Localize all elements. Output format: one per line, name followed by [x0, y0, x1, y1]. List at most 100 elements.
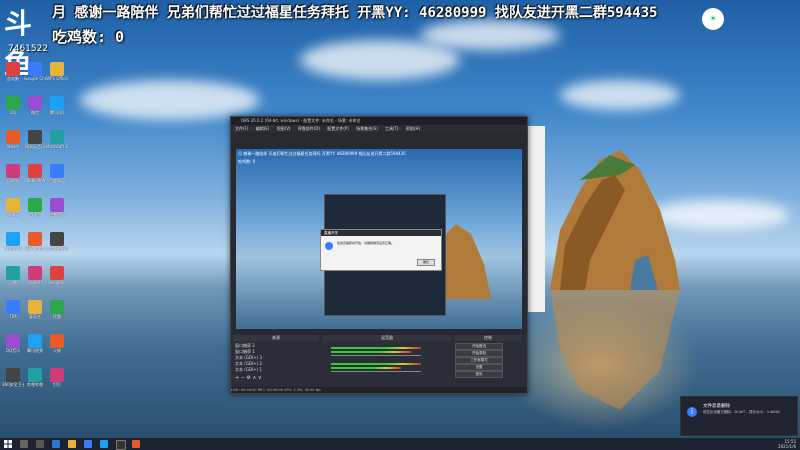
menu-view[interactable]: 视图(V) — [277, 126, 291, 131]
menu-help[interactable]: 帮助(H) — [406, 126, 420, 131]
system-clock[interactable]: 15:55 2021/1/6 — [778, 439, 796, 449]
desktop-icon[interactable]: 斗鱼直播伴侣 — [46, 232, 68, 251]
obs-taskbar-icon[interactable] — [116, 440, 126, 450]
desktop-icon[interactable]: TIM — [2, 300, 24, 319]
task-view-icon[interactable] — [36, 440, 44, 448]
desktop-icon[interactable]: 钉钉 — [46, 368, 68, 387]
desktop-icon-label: UU加速器 — [4, 246, 22, 251]
app-icon — [6, 130, 20, 144]
qq-icon[interactable] — [100, 440, 108, 448]
desktop-icon[interactable]: 百度网盘 — [46, 164, 68, 183]
audio-meter — [331, 347, 421, 349]
desktop-icon[interactable]: 腾讯视频 — [24, 334, 46, 353]
search-icon[interactable] — [20, 440, 28, 448]
desktop-icon-label: TIM — [9, 314, 17, 319]
desktop-icon[interactable]: WPS Office — [46, 62, 68, 81]
app-icon — [6, 232, 20, 246]
app-icon — [28, 62, 42, 76]
marquee-text: 月 感谢一路陪伴 兄弟们帮忙过过福星任务拜托 开黑YY: 46280999 找队… — [52, 5, 658, 21]
desktop-icon-label: 钉钉 — [53, 382, 61, 387]
taskbar: 15:55 2021/1/6 — [0, 438, 800, 450]
app-icon — [50, 300, 64, 314]
windows-start-icon[interactable] — [4, 440, 12, 448]
app-icon — [28, 164, 42, 178]
desktop-icon[interactable]: QQ — [2, 96, 24, 115]
rock-arch — [550, 150, 680, 290]
app-icon — [50, 62, 64, 76]
source-item[interactable]: 文本 (GDI+) 1 — [235, 367, 262, 373]
menu-edit[interactable]: 编辑(E) — [256, 126, 270, 131]
toast-title: 文件恶意删除 — [703, 404, 730, 409]
desktop-icon[interactable]: 控制面板 — [46, 198, 68, 217]
app-icon — [50, 96, 64, 110]
desktop-icon[interactable]: 迅雷 — [2, 266, 24, 285]
desktop-icon-label: 迅雷 — [9, 280, 17, 285]
exit-button[interactable]: 退出 — [455, 371, 503, 378]
desktop-icon[interactable]: 微信 — [24, 96, 46, 115]
cloud — [80, 80, 260, 120]
desktop-icon[interactable]: 360安全卫士 — [2, 368, 24, 387]
start-recording-button[interactable]: 开始录制 — [455, 350, 503, 357]
rock-reflection — [550, 290, 680, 410]
menu-scene-collection[interactable]: 场景集合(S) — [356, 126, 378, 131]
desktop-icon-label: 百度网盘 — [49, 178, 65, 183]
menu-file[interactable]: 文件(F) — [235, 126, 248, 131]
desktop-icon[interactable]: Wegame — [46, 266, 68, 285]
desktop-icon[interactable]: 哔哩哔哩 — [24, 368, 46, 387]
desktop-icon[interactable]: OBS Studio — [24, 232, 46, 251]
app-icon — [28, 96, 42, 110]
obs-title-bar[interactable]: OBS 26.0.2 (64-bit, windows) - 配置文件: 未命名… — [231, 117, 527, 125]
desktop-icon[interactable]: 火绒 — [46, 334, 68, 353]
info-icon — [325, 242, 333, 250]
menu-docks[interactable]: 停靠部件(D) — [298, 126, 320, 131]
file-explorer-icon[interactable] — [68, 440, 76, 448]
desktop-icon[interactable]: YY语音 — [24, 198, 46, 217]
source-toolbar[interactable]: + − ⚙ ∧ ∨ — [235, 375, 262, 381]
settings-button[interactable]: 设置 — [455, 364, 503, 371]
app-icon — [28, 300, 42, 314]
app-icon — [50, 232, 64, 246]
douyu-taskbar-icon[interactable] — [132, 440, 140, 448]
app-icon — [6, 300, 20, 314]
app-icon — [50, 266, 64, 280]
stream-dialog[interactable]: 直播开关 您的直播即将开始，请确保推流设置正确。 确定 — [320, 229, 442, 271]
desktop-icon[interactable]: 优酷 — [46, 300, 68, 319]
volume-slider[interactable] — [331, 371, 421, 372]
volume-slider[interactable] — [331, 355, 421, 356]
background-window[interactable] — [526, 126, 545, 312]
start-streaming-button[interactable]: 开始推流 — [455, 343, 503, 350]
desktop-icon-label: Adobe Premiere — [24, 178, 46, 183]
desktop-icon-label: 360安全卫士 — [2, 382, 24, 387]
app-icon — [50, 130, 64, 144]
desktop-icon[interactable]: 网易云音乐 — [24, 130, 46, 149]
desktop-icon[interactable]: 腾讯QQ — [46, 96, 68, 115]
preview-marquee-text: 月 感谢一路陪伴 兄弟们帮忙过过福星任务拜托 开黑YY: 46280999 找队… — [238, 151, 406, 156]
studio-mode-button[interactable]: 工作室模式 — [455, 357, 503, 364]
desktop-icon[interactable]: Google Chrome — [24, 62, 46, 81]
desktop-icon[interactable]: 爱奇艺 — [24, 300, 46, 319]
app-icon — [6, 62, 20, 76]
desktop-icon[interactable]: Steam — [2, 130, 24, 149]
desktop-icon[interactable]: PUBG — [2, 198, 24, 217]
weather-widget-icon[interactable]: ☀ — [702, 8, 724, 30]
menu-tools[interactable]: 工具(T) — [385, 126, 399, 131]
desktop-icon[interactable]: 网易UU — [24, 266, 46, 285]
desktop-icon[interactable]: QQ音乐 — [2, 334, 24, 353]
desktop-icon-label: YY语音 — [28, 212, 42, 217]
desktop-icon-label: 斗鱼直播伴侣 — [46, 246, 68, 251]
cloud — [420, 20, 560, 50]
edge-icon[interactable] — [52, 440, 60, 448]
obs-window[interactable]: OBS 26.0.2 (64-bit, windows) - 配置文件: 未命名… — [230, 116, 528, 394]
desktop-icon-label: PUBG — [7, 212, 19, 217]
obs-preview[interactable]: 月 感谢一路陪伴 兄弟们帮忙过过福星任务拜托 开黑YY: 46280999 找队… — [236, 149, 522, 329]
desktop-icon[interactable]: Adobe Premiere — [24, 164, 46, 183]
desktop-icon[interactable]: UU加速器 — [2, 232, 24, 251]
store-icon[interactable] — [84, 440, 92, 448]
desktop-icon[interactable]: 回收站 — [2, 164, 24, 183]
menu-profile[interactable]: 配置文件(P) — [327, 126, 349, 131]
app-icon — [50, 368, 64, 382]
dialog-ok-button[interactable]: 确定 — [417, 259, 435, 266]
desktop-icon[interactable]: Microsoft Edge — [46, 130, 68, 149]
notification-toast[interactable]: i 文件恶意删除 嘻拉出设备已删除：D:\WT... 提示大小：3.46GB — [680, 396, 798, 436]
desktop-icon[interactable]: 此电脑 — [2, 62, 24, 81]
